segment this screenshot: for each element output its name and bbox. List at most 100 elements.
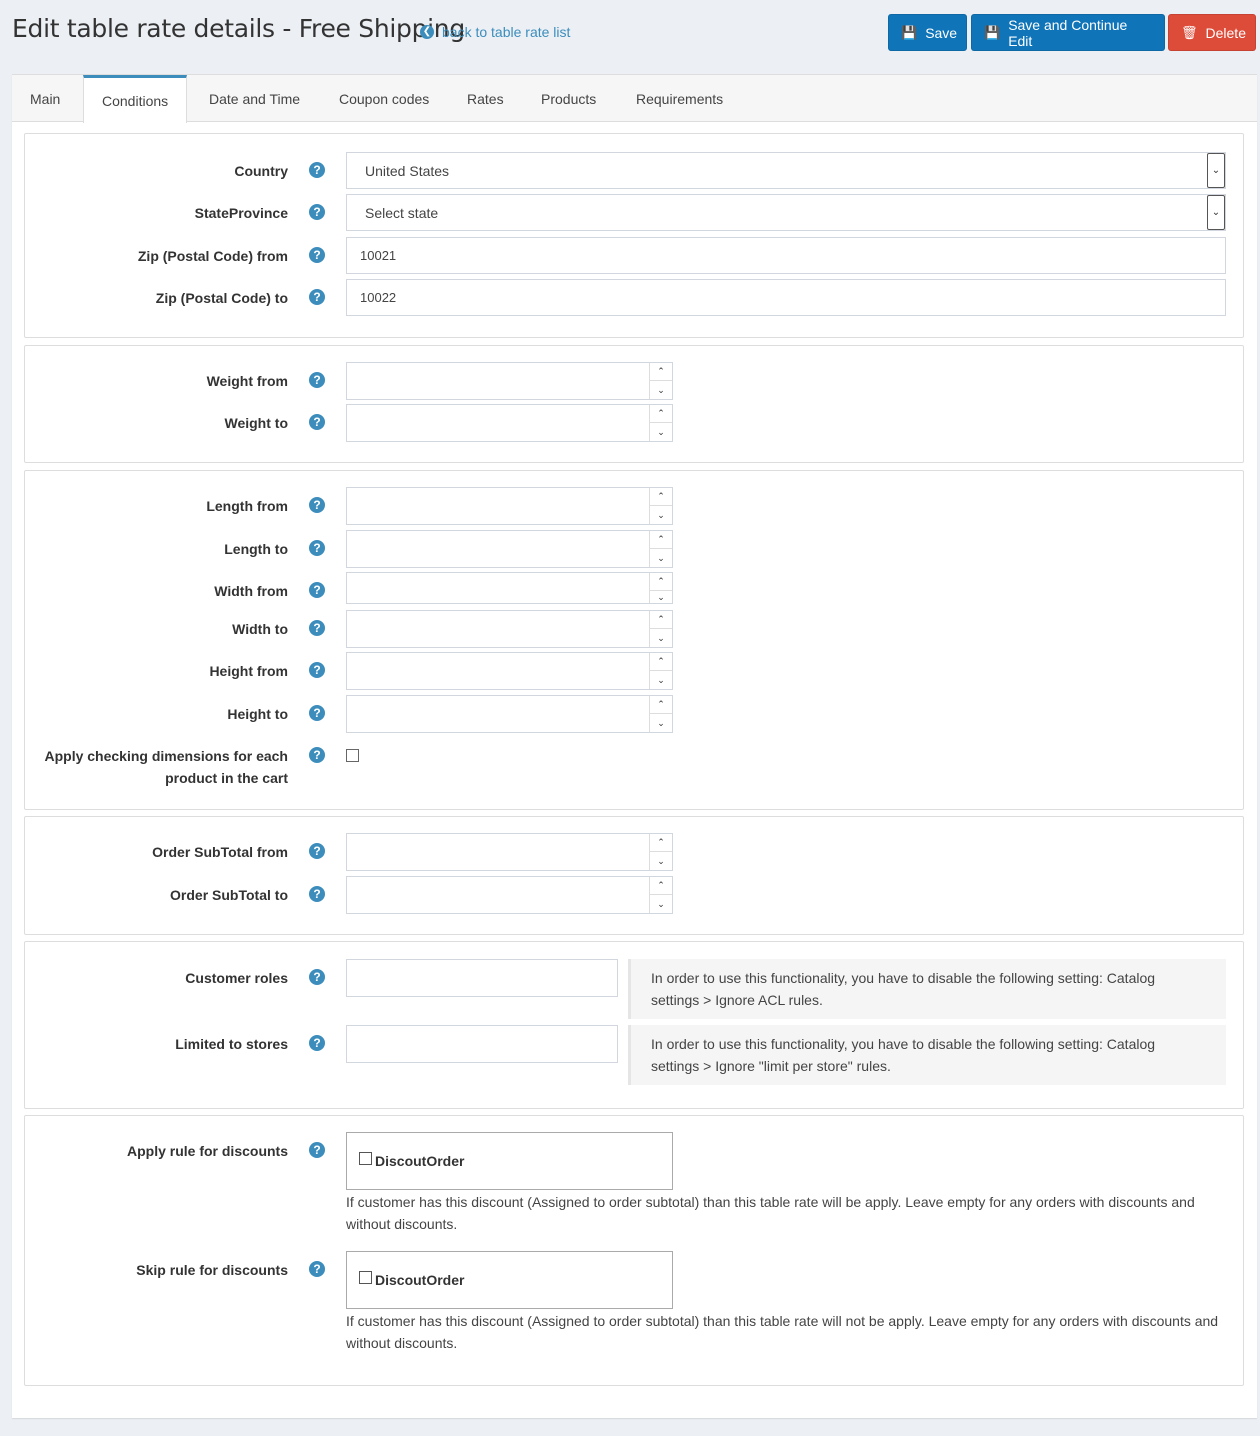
help-icon[interactable]: ?: [309, 289, 325, 305]
customer-roles-note: In order to use this functionality, you …: [628, 959, 1226, 1019]
help-icon[interactable]: ?: [309, 1035, 325, 1051]
limited-stores-note: In order to use this functionality, you …: [628, 1025, 1226, 1085]
chevron-down-icon[interactable]: ⌄: [650, 671, 672, 689]
state-label: StateProvince: [194, 205, 288, 221]
apply-discount-checkbox[interactable]: [359, 1151, 372, 1165]
chevron-up-icon[interactable]: ⌃: [650, 877, 672, 895]
help-icon[interactable]: ?: [309, 414, 325, 430]
help-icon[interactable]: ?: [309, 843, 325, 859]
country-label: Country: [234, 163, 288, 179]
chevron-down-icon[interactable]: ⌄: [650, 895, 672, 913]
chevron-up-icon[interactable]: ⌃: [650, 653, 672, 671]
chevron-up-icon[interactable]: ⌃: [650, 531, 672, 549]
help-icon[interactable]: ?: [309, 540, 325, 556]
subtotal-from-input[interactable]: ⌃ ⌄: [346, 833, 673, 871]
tab-conditions[interactable]: Conditions: [83, 75, 188, 123]
help-icon[interactable]: ?: [309, 705, 325, 721]
height-to-input[interactable]: ⌃ ⌄: [346, 695, 673, 733]
save-continue-label: Save and Continue Edit: [1008, 16, 1128, 49]
chevron-up-icon[interactable]: ⌃: [650, 611, 672, 629]
back-link-label: back to table rate list: [442, 24, 571, 40]
save-button[interactable]: 💾 Save: [888, 14, 967, 51]
limited-stores-label: Limited to stores: [175, 1036, 288, 1052]
apply-discounts-hint: If customer has this discount (Assigned …: [346, 1194, 1195, 1232]
help-icon[interactable]: ?: [309, 204, 325, 220]
chevron-up-icon[interactable]: ⌃: [650, 488, 672, 506]
help-icon[interactable]: ?: [309, 247, 325, 263]
apply-discounts-label: Apply rule for discounts: [126, 1143, 288, 1159]
trash-icon: 🗑: [1181, 24, 1198, 40]
width-to-label: Width to: [232, 621, 288, 637]
chevron-down-icon[interactable]: ⌄: [650, 629, 672, 647]
help-icon[interactable]: ?: [309, 372, 325, 388]
zip-to-label: Zip (Postal Code) to: [155, 290, 288, 306]
state-select[interactable]: Select state ⌄: [346, 194, 1226, 231]
chevron-up-icon[interactable]: ⌃: [650, 405, 672, 423]
height-from-input[interactable]: ⌃ ⌄: [346, 652, 673, 690]
tab-requirements[interactable]: Requirements: [618, 75, 741, 122]
subtotal-to-input[interactable]: ⌃ ⌄: [346, 876, 673, 914]
help-icon[interactable]: ?: [309, 662, 325, 678]
delete-button-label: Delete: [1205, 24, 1246, 41]
help-icon[interactable]: ?: [309, 620, 325, 636]
chevron-down-icon[interactable]: ⌄: [650, 591, 672, 603]
back-to-list-link[interactable]: ❮ back to table rate list: [420, 24, 570, 40]
chevron-up-icon[interactable]: ⌃: [650, 363, 672, 381]
page-title: Edit table rate details - Free Shipping: [12, 14, 465, 43]
country-select[interactable]: United States ⌄: [346, 152, 1226, 189]
help-icon[interactable]: ?: [309, 497, 325, 513]
page-header: Edit table rate details - Free Shipping …: [0, 0, 1260, 64]
width-from-label: Width from: [214, 583, 288, 599]
width-to-input[interactable]: ⌃ ⌄: [346, 610, 673, 648]
subtotal-to-label: Order SubTotal to: [170, 887, 288, 903]
chevron-down-icon[interactable]: ⌄: [650, 852, 672, 870]
length-to-input[interactable]: ⌃ ⌄: [346, 530, 673, 568]
length-from-input[interactable]: ⌃ ⌄: [346, 487, 673, 525]
help-icon[interactable]: ?: [309, 162, 325, 178]
skip-discount-checkbox[interactable]: [359, 1270, 372, 1284]
chevron-down-icon[interactable]: ⌄: [650, 423, 672, 441]
subtotal-panel: Order SubTotal from ? ⌃ ⌄ Order SubTotal …: [24, 816, 1244, 935]
skip-discount-option[interactable]: DiscoutOrder: [375, 1272, 464, 1288]
apply-each-checkbox[interactable]: [346, 749, 359, 762]
chevron-up-icon[interactable]: ⌃: [650, 834, 672, 852]
save-button-label: Save: [925, 24, 958, 41]
help-icon[interactable]: ?: [309, 886, 325, 902]
chevron-down-icon[interactable]: ⌄: [650, 506, 672, 524]
discounts-panel: Apply rule for discounts ? DiscoutOrder …: [24, 1115, 1244, 1386]
edit-card: Main Conditions Date and Time Coupon cod…: [12, 74, 1257, 1418]
apply-discounts-list: DiscoutOrder: [346, 1132, 673, 1190]
apply-each-label-line2: product in the cart: [165, 770, 288, 786]
tab-rates[interactable]: Rates: [449, 75, 522, 122]
tab-date-and-time[interactable]: Date and Time: [191, 75, 318, 122]
zip-from-input[interactable]: 10021: [346, 237, 1226, 274]
chevron-down-icon[interactable]: ⌄: [650, 714, 672, 732]
delete-button[interactable]: 🗑 Delete: [1168, 14, 1256, 51]
chevron-down-icon[interactable]: ⌄: [650, 549, 672, 567]
apply-discount-option[interactable]: DiscoutOrder: [375, 1153, 464, 1169]
customer-roles-input[interactable]: [346, 959, 618, 997]
chevron-up-icon[interactable]: ⌃: [650, 573, 672, 591]
location-panel: Country ? United States ⌄ StateProvince …: [24, 133, 1244, 338]
chevron-up-icon[interactable]: ⌃: [650, 696, 672, 714]
zip-to-input[interactable]: 10022: [346, 279, 1226, 316]
skip-discounts-hint: If customer has this discount (Assigned …: [346, 1313, 1219, 1351]
chevron-down-icon[interactable]: ⌄: [650, 381, 672, 399]
tab-main[interactable]: Main: [12, 75, 78, 122]
help-icon[interactable]: ?: [309, 1142, 325, 1158]
help-icon[interactable]: ?: [309, 747, 325, 763]
limited-stores-input[interactable]: [346, 1025, 618, 1063]
skip-discounts-label: Skip rule for discounts: [136, 1262, 288, 1278]
state-value: Select state: [365, 204, 439, 221]
help-icon[interactable]: ?: [309, 1261, 325, 1277]
help-icon[interactable]: ?: [309, 582, 325, 598]
tab-products[interactable]: Products: [523, 75, 614, 122]
weight-to-input[interactable]: ⌃ ⌄: [346, 404, 673, 442]
tab-coupon-codes[interactable]: Coupon codes: [321, 75, 447, 122]
help-icon[interactable]: ?: [309, 969, 325, 985]
save-continue-button[interactable]: 💾 Save and Continue Edit: [971, 14, 1165, 51]
chevron-down-icon: ⌄: [1207, 195, 1225, 230]
width-from-input[interactable]: ⌃ ⌄: [346, 572, 673, 604]
weight-from-input[interactable]: ⌃ ⌄: [346, 362, 673, 400]
arrow-circle-left-icon: ❮: [420, 25, 434, 39]
